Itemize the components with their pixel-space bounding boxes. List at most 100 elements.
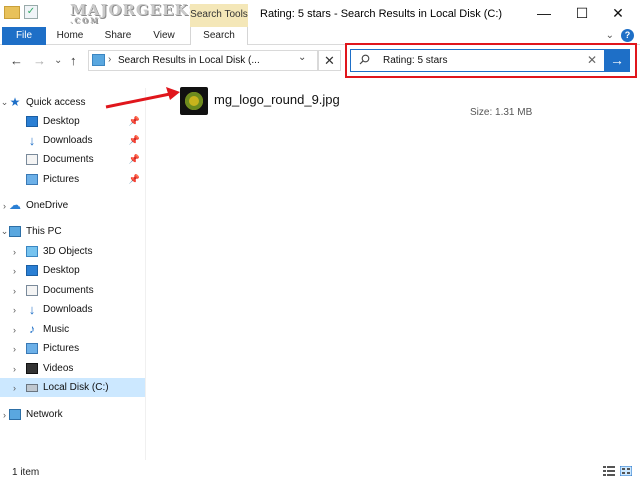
sidebar-label: Network bbox=[26, 409, 63, 420]
computer-icon bbox=[9, 226, 21, 237]
tab-file[interactable]: File bbox=[2, 27, 46, 45]
search-results-icon bbox=[92, 54, 105, 66]
pictures-icon bbox=[26, 343, 38, 354]
star-icon: ★ bbox=[9, 95, 21, 109]
sidebar-item-pc-pictures[interactable]: › Pictures bbox=[0, 339, 145, 358]
sidebar-label: Downloads bbox=[43, 135, 93, 146]
address-dropdown-icon[interactable]: ⌄ bbox=[298, 52, 306, 63]
sidebar-item-3d-objects[interactable]: › 3D Objects bbox=[0, 242, 145, 261]
expand-caret-icon[interactable]: › bbox=[10, 286, 19, 296]
sidebar-item-pictures[interactable]: Pictures 📌 bbox=[0, 170, 145, 189]
sidebar-label: Videos bbox=[43, 363, 74, 374]
sidebar-label: Pictures bbox=[43, 174, 80, 185]
sidebar-label: Desktop bbox=[43, 265, 80, 276]
file-name: mg_logo_round_9.jpg bbox=[214, 92, 340, 107]
search-tools-context-tab: Search Tools bbox=[190, 4, 248, 27]
sidebar-item-onedrive[interactable]: › ☁ OneDrive bbox=[0, 196, 145, 215]
minimize-button[interactable]: — bbox=[530, 3, 558, 23]
hard-drive-icon bbox=[26, 383, 38, 392]
pin-icon: 📌 bbox=[128, 154, 140, 164]
download-arrow-icon: ↓ bbox=[28, 302, 36, 317]
sidebar-label: Documents bbox=[43, 154, 94, 165]
sidebar-label: Quick access bbox=[26, 97, 86, 108]
details-view-icon[interactable] bbox=[603, 466, 615, 476]
expand-caret-icon[interactable]: › bbox=[10, 325, 19, 335]
up-button[interactable]: ↑ bbox=[70, 54, 77, 68]
sidebar-item-documents[interactable]: Documents 📌 bbox=[0, 150, 145, 169]
breadcrumb-chevron-icon[interactable]: › bbox=[108, 54, 111, 65]
expand-caret-icon[interactable]: ⌄ bbox=[0, 226, 9, 237]
cloud-icon: ☁ bbox=[9, 198, 21, 212]
expand-caret-icon[interactable]: ⌄ bbox=[0, 97, 9, 108]
annotation-arrow-icon bbox=[105, 87, 180, 109]
item-count: 1 item bbox=[12, 467, 40, 478]
large-icons-view-icon[interactable] bbox=[620, 466, 632, 476]
sidebar-label: Local Disk (C:) bbox=[43, 382, 109, 393]
expand-caret-icon[interactable]: › bbox=[10, 344, 19, 354]
sidebar-item-music[interactable]: › ♪ Music bbox=[0, 320, 145, 339]
search-box[interactable]: Rating: 5 stars ✕ → bbox=[350, 49, 630, 72]
window-title: Rating: 5 stars - Search Results in Loca… bbox=[260, 8, 503, 20]
pictures-icon bbox=[26, 174, 38, 185]
address-bar[interactable]: › Search Results in Local Disk (... bbox=[88, 50, 318, 71]
check-icon[interactable]: ✓ bbox=[24, 5, 38, 19]
desktop-icon bbox=[26, 265, 38, 276]
close-search-button[interactable]: ✕ bbox=[318, 50, 341, 71]
back-button[interactable]: ← bbox=[10, 54, 23, 68]
desktop-icon bbox=[26, 116, 38, 127]
file-result-item[interactable]: mg_logo_round_9.jpg Size: 1.31 MB bbox=[180, 87, 540, 121]
download-arrow-icon: ↓ bbox=[28, 133, 36, 148]
tab-home[interactable]: Home bbox=[52, 27, 88, 45]
pin-icon: 📌 bbox=[128, 116, 140, 126]
navigation-pane: ⌄ ★ Quick access Desktop 📌 ↓ Downloads 📌… bbox=[0, 88, 146, 460]
video-icon bbox=[26, 363, 38, 374]
search-icon bbox=[359, 54, 370, 65]
pin-icon: 📌 bbox=[128, 135, 140, 145]
status-bar: 1 item bbox=[0, 460, 640, 483]
close-button[interactable]: ✕ bbox=[604, 3, 632, 23]
document-icon bbox=[26, 154, 38, 165]
sidebar-label: Music bbox=[43, 324, 70, 335]
tab-view[interactable]: View bbox=[146, 27, 182, 45]
folder-icon bbox=[4, 5, 20, 19]
expand-ribbon-icon[interactable]: ⌄ bbox=[606, 30, 614, 41]
sidebar-label: This PC bbox=[26, 226, 62, 237]
expand-caret-icon[interactable]: › bbox=[10, 266, 19, 276]
recent-locations-button[interactable]: ⌄ bbox=[54, 54, 62, 68]
expand-caret-icon[interactable]: › bbox=[0, 201, 9, 211]
expand-caret-icon[interactable]: › bbox=[10, 383, 19, 393]
sidebar-label: Documents bbox=[43, 285, 94, 296]
address-text: Search Results in Local Disk (... bbox=[118, 55, 260, 66]
expand-caret-icon[interactable]: › bbox=[10, 247, 19, 257]
tab-search[interactable]: Search bbox=[190, 27, 248, 45]
help-icon[interactable]: ? bbox=[621, 29, 634, 42]
sidebar-item-pc-documents[interactable]: › Documents bbox=[0, 281, 145, 300]
pin-icon: 📌 bbox=[128, 174, 140, 184]
search-go-button[interactable]: → bbox=[604, 49, 630, 72]
search-input[interactable]: Rating: 5 stars bbox=[383, 55, 447, 66]
sidebar-item-videos[interactable]: › Videos bbox=[0, 359, 145, 378]
expand-caret-icon[interactable]: › bbox=[10, 364, 19, 374]
sidebar-item-desktop[interactable]: Desktop 📌 bbox=[0, 112, 145, 131]
file-size: Size: 1.31 MB bbox=[470, 107, 533, 118]
sidebar-item-local-disk[interactable]: › Local Disk (C:) bbox=[0, 378, 145, 397]
expand-caret-icon[interactable]: › bbox=[10, 305, 19, 315]
quick-access-toolbar: ✓ bbox=[4, 5, 38, 19]
expand-caret-icon[interactable]: › bbox=[0, 410, 9, 420]
music-note-icon: ♪ bbox=[29, 322, 35, 336]
sidebar-item-pc-downloads[interactable]: › ↓ Downloads bbox=[0, 300, 145, 319]
maximize-button[interactable]: ☐ bbox=[568, 3, 596, 23]
sidebar-item-downloads[interactable]: ↓ Downloads 📌 bbox=[0, 131, 145, 150]
document-icon bbox=[26, 285, 38, 296]
network-icon bbox=[9, 409, 21, 420]
sidebar-item-this-pc[interactable]: ⌄ This PC bbox=[0, 222, 145, 241]
forward-button[interactable]: → bbox=[33, 54, 46, 68]
sidebar-item-network[interactable]: › Network bbox=[0, 405, 145, 424]
title-bar: ✓ MAJORGEEKS .COM Search Tools Rating: 5… bbox=[0, 0, 640, 27]
majorgeeks-watermark: MAJORGEEKS .COM bbox=[70, 1, 200, 25]
clear-search-icon[interactable]: ✕ bbox=[587, 53, 597, 67]
image-thumbnail-icon bbox=[180, 87, 208, 115]
tab-share[interactable]: Share bbox=[98, 27, 138, 45]
sidebar-label: OneDrive bbox=[26, 200, 69, 211]
sidebar-item-pc-desktop[interactable]: › Desktop bbox=[0, 261, 145, 280]
